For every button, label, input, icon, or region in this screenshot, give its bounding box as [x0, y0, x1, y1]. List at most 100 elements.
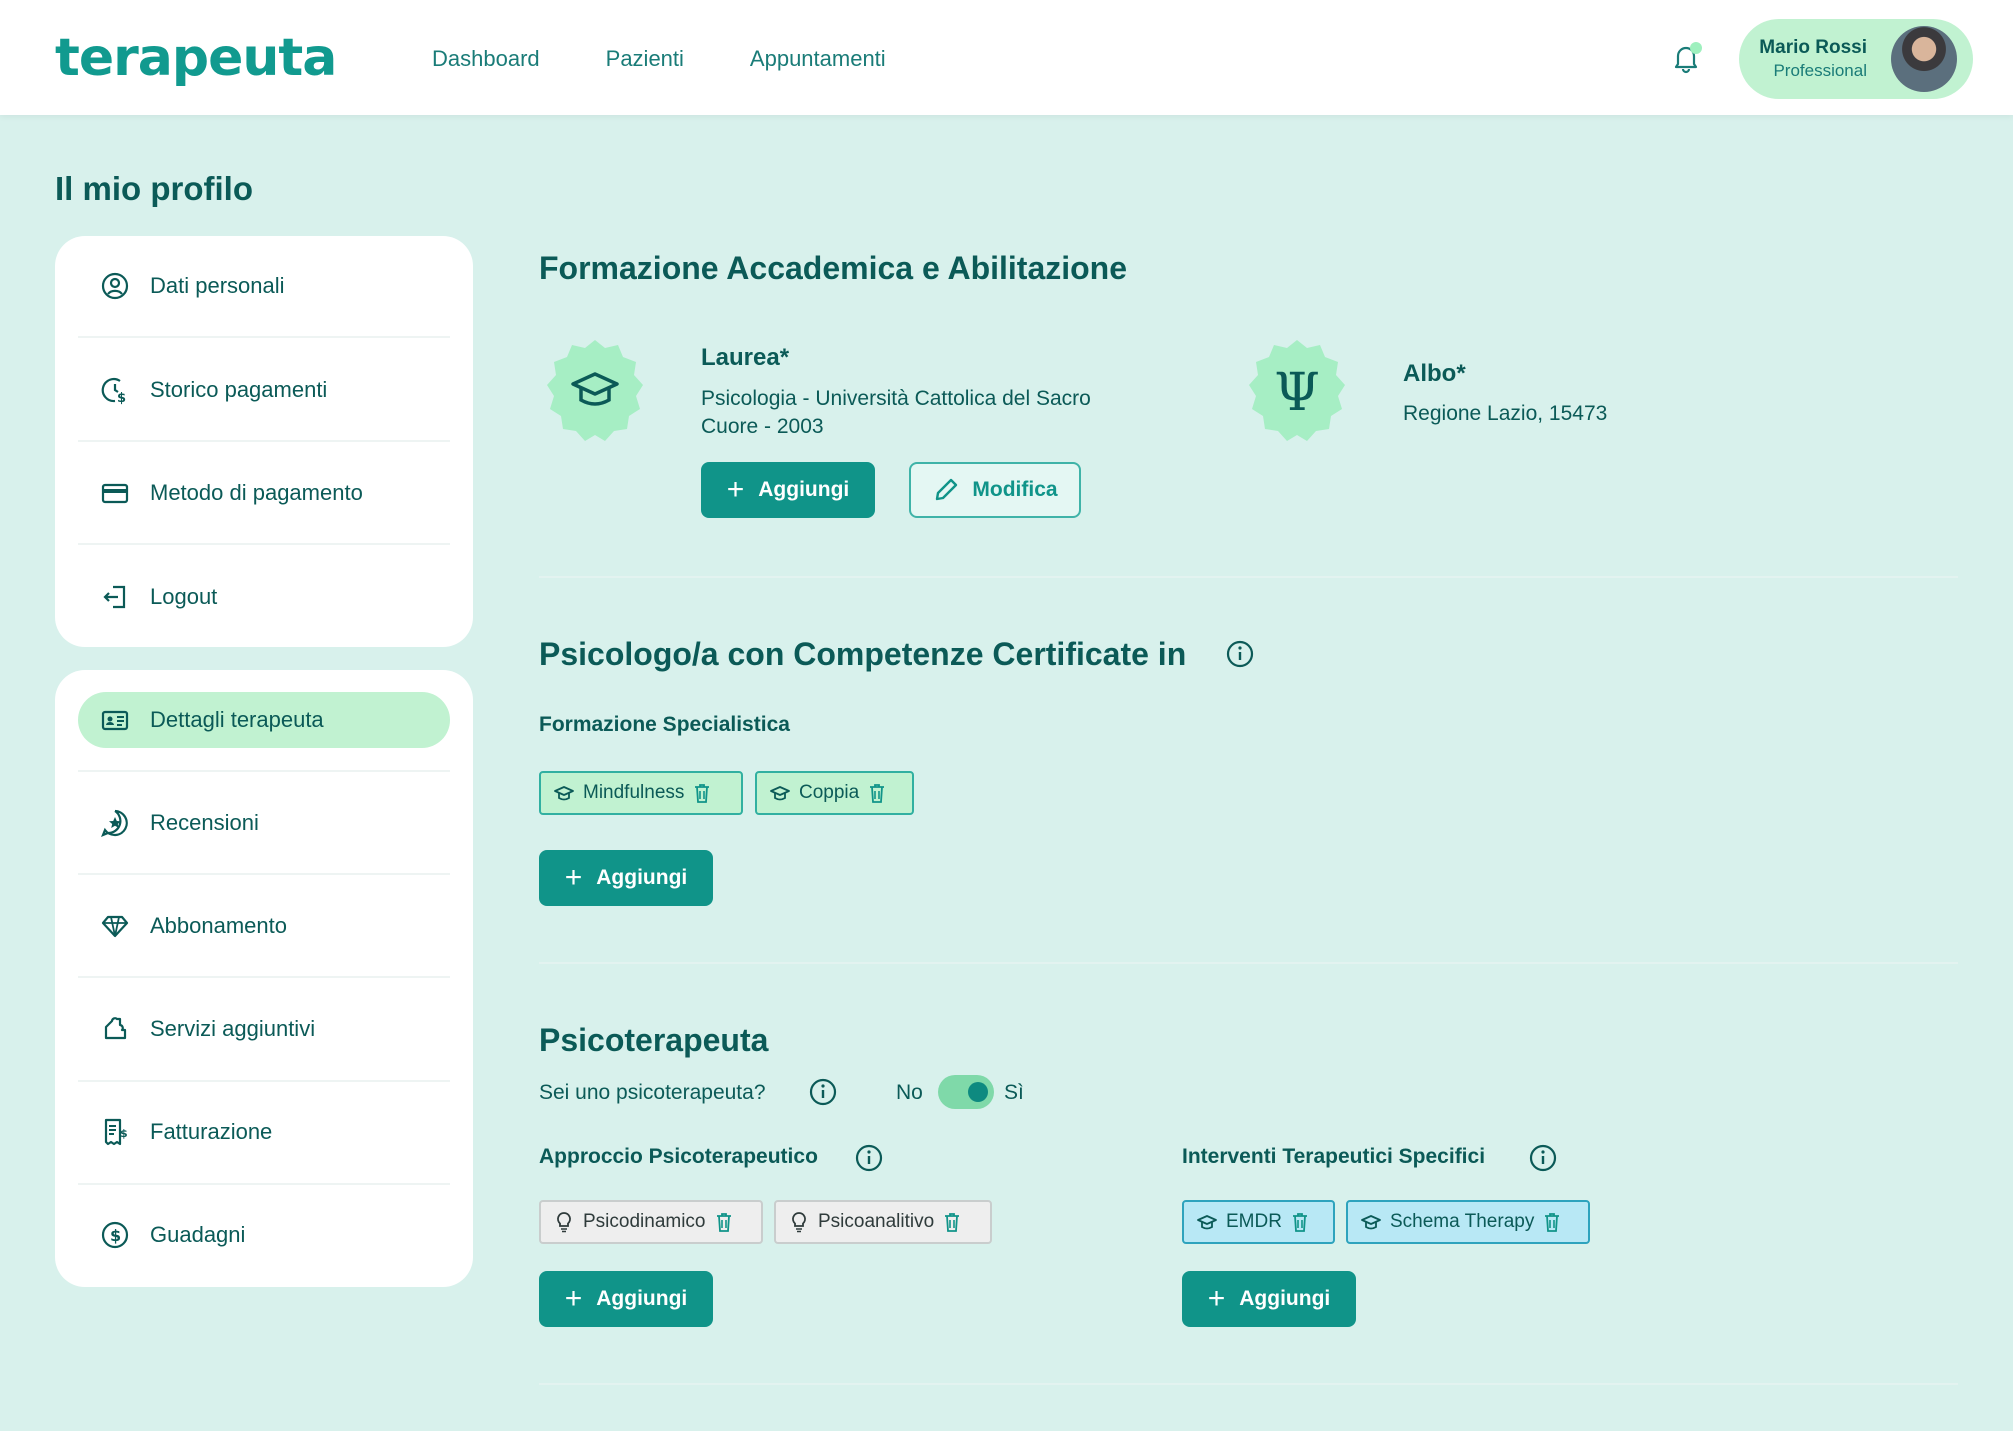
sidebar-item-servizi-aggiuntivi[interactable]: Servizi aggiuntivi [78, 1001, 450, 1057]
sidebar-item-label: Recensioni [150, 810, 259, 835]
credit-card-icon [101, 483, 129, 504]
bell-icon[interactable] [1668, 40, 1704, 76]
sidebar-item-label: Abbonamento [150, 913, 287, 938]
nav-dashboard[interactable]: Dashboard [432, 46, 540, 72]
star-badge-icon [101, 809, 128, 837]
info-icon[interactable] [1529, 1144, 1557, 1172]
sidebar-item-label: Logout [150, 584, 218, 609]
divider [78, 1183, 450, 1185]
avatar[interactable] [1891, 26, 1957, 92]
button-label: Aggiungi [596, 1287, 688, 1310]
plus-icon: + [1207, 1282, 1226, 1315]
sidebar-item-label: Servizi aggiuntivi [150, 1016, 316, 1041]
section-divider [539, 576, 1958, 578]
svg-text:Ψ: Ψ [1274, 363, 1320, 423]
trash-icon[interactable] [867, 782, 887, 804]
laurea-label: Laurea* [701, 344, 790, 371]
sidebar-item-logout[interactable]: Logout [78, 569, 450, 625]
divider [78, 1080, 450, 1082]
sidebar-item-label: Fatturazione [150, 1119, 273, 1144]
user-role: Professional [1773, 61, 1867, 80]
info-icon[interactable] [809, 1078, 837, 1106]
trash-icon[interactable] [692, 782, 712, 804]
add-intervento-button[interactable]: + Aggiungi [1182, 1271, 1356, 1327]
psicoterapeuta-toggle[interactable] [938, 1075, 994, 1109]
top-header: terapeuta Dashboard Pazienti Appuntament… [0, 0, 2013, 115]
receipt-icon: $ [104, 1118, 128, 1146]
add-laurea-button[interactable]: + Aggiungi [701, 462, 875, 518]
sidebar-item-dati-personali[interactable]: Dati personali [78, 258, 450, 314]
toggle-no-label: No [896, 1081, 923, 1104]
user-menu[interactable]: Mario Rossi Professional [1739, 19, 1973, 99]
sidebar-item-abbonamento[interactable]: Abbonamento [78, 898, 450, 954]
diamond-icon [101, 915, 129, 938]
chip-emdr: EMDR [1182, 1200, 1335, 1244]
user-name: Mario Rossi [1759, 37, 1867, 58]
puzzle-icon [104, 1017, 127, 1040]
plus-icon: + [564, 1282, 583, 1315]
chip-label: Coppia [799, 782, 860, 803]
sidebar-item-guadagni[interactable]: $ Guadagni [78, 1207, 450, 1263]
interventi-title: Interventi Terapeutici Specifici [1182, 1145, 1486, 1168]
add-approccio-button[interactable]: + Aggiungi [539, 1271, 713, 1327]
divider [78, 976, 450, 978]
main-nav: Dashboard Pazienti Appuntamenti [432, 46, 952, 72]
toggle-knob [968, 1082, 988, 1102]
trash-icon[interactable] [942, 1211, 962, 1233]
section-divider [539, 1383, 1958, 1385]
laurea-value-line2: Cuore - 2003 [701, 415, 824, 438]
lightbulb-icon [557, 1212, 571, 1233]
albo-value: Regione Lazio, 15473 [1403, 402, 1608, 425]
sidebar-item-label: Guadagni [150, 1222, 246, 1247]
approccio-title: Approccio Psicoterapeutico [539, 1145, 818, 1168]
plus-icon: + [726, 473, 745, 506]
trash-icon[interactable] [1290, 1211, 1310, 1233]
svg-text:$: $ [120, 1127, 128, 1140]
trash-icon[interactable] [714, 1211, 734, 1233]
divider [78, 440, 450, 442]
divider [78, 873, 450, 875]
chip-coppia: Coppia [755, 771, 914, 815]
divider [78, 336, 450, 338]
pencil-icon [936, 478, 958, 501]
sidebar-item-recensioni[interactable]: Recensioni [78, 795, 450, 851]
section-title-psicoterapeuta: Psicoterapeuta [539, 1022, 769, 1058]
chip-label: Psicoanalitivo [818, 1211, 935, 1232]
sidebar-therapist-card: Dettagli terapeuta Recensioni Abbonament… [55, 670, 473, 1287]
chip-label: EMDR [1226, 1211, 1282, 1232]
chip-label: Psicodinamico [583, 1211, 706, 1232]
sidebar-item-metodo-pagamento[interactable]: Metodo di pagamento [78, 465, 450, 521]
page-title: Il mio profilo [55, 170, 253, 207]
info-icon[interactable] [1226, 640, 1254, 668]
sidebar-item-label: Metodo di pagamento [150, 480, 363, 505]
chip-label: Schema Therapy [1390, 1211, 1535, 1232]
info-icon[interactable] [855, 1144, 883, 1172]
coin-icon: $ [101, 1221, 129, 1249]
button-label: Aggiungi [596, 866, 688, 889]
trash-icon[interactable] [1542, 1211, 1562, 1233]
add-competenza-button[interactable]: + Aggiungi [539, 850, 713, 906]
logo[interactable]: terapeuta [55, 28, 337, 88]
sidebar-item-label: Dati personali [150, 273, 285, 298]
nav-appuntamenti[interactable]: Appuntamenti [750, 46, 886, 72]
sidebar-account-card: Dati personali $ Storico pagamenti Metod… [55, 236, 473, 647]
sidebar-item-dettagli-terapeuta[interactable]: Dettagli terapeuta [78, 692, 450, 748]
section-title-formazione: Formazione Accademica e Abilitazione [539, 250, 1128, 286]
divider [78, 543, 450, 545]
sidebar-item-fatturazione[interactable]: $ Fatturazione [78, 1104, 450, 1160]
section-title-competenze: Psicologo/a con Competenze Certificate i… [539, 636, 1187, 672]
user-circle-icon [101, 272, 129, 300]
chip-psicoanalitivo: Psicoanalitivo [774, 1200, 992, 1244]
sidebar-item-storico-pagamenti[interactable]: $ Storico pagamenti [78, 362, 450, 418]
chip-psicodinamico: Psicodinamico [539, 1200, 763, 1244]
divider [78, 770, 450, 772]
psi-badge-icon: Ψ [1249, 340, 1345, 441]
sidebar-item-label: Dettagli terapeuta [150, 707, 324, 732]
albo-label: Albo* [1403, 360, 1466, 387]
formazione-specialistica-label: Formazione Specialistica [539, 713, 790, 736]
edit-laurea-button[interactable]: Modifica [909, 462, 1081, 518]
toggle-si-label: Sì [1004, 1081, 1024, 1104]
nav-pazienti[interactable]: Pazienti [606, 46, 684, 72]
graduation-cap-icon [1361, 1215, 1381, 1230]
chip-schema-therapy: Schema Therapy [1346, 1200, 1590, 1244]
